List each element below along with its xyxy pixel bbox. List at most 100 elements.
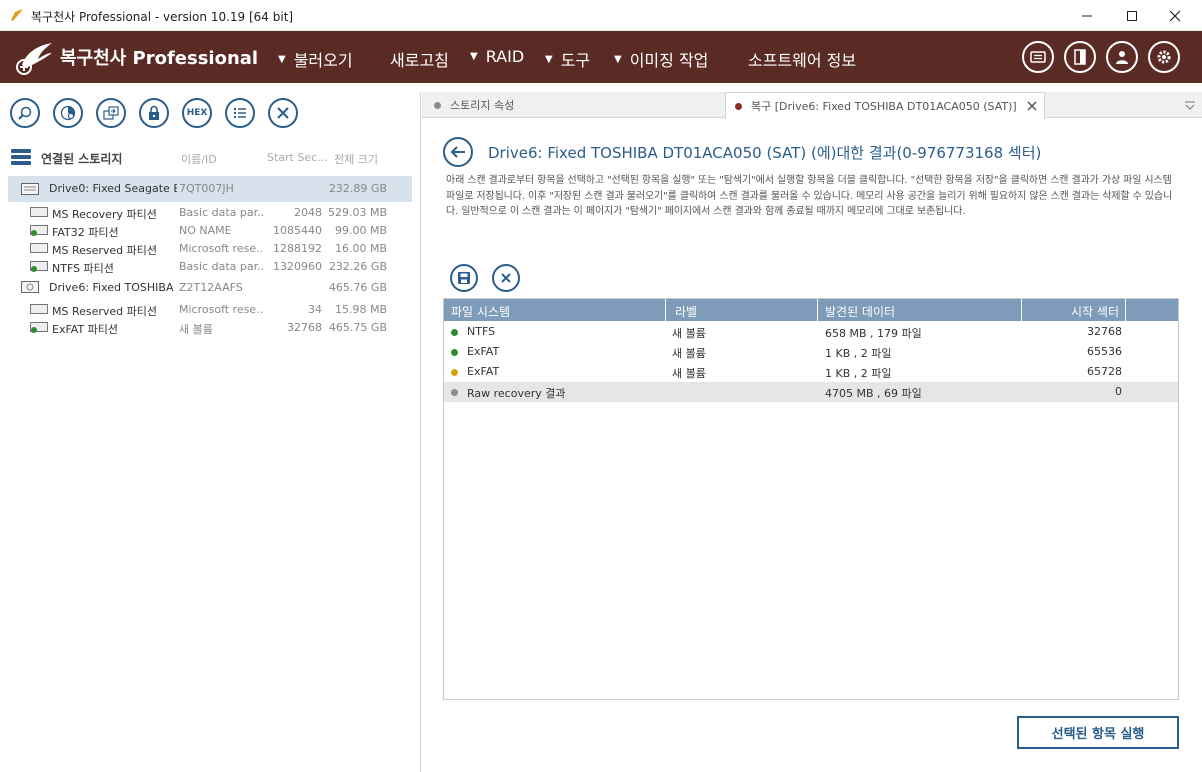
partition-id: Basic data par... xyxy=(179,260,264,273)
table-row[interactable]: ExFAT 새 볼륨 1 KB , 2 파일 65728 xyxy=(444,362,1178,382)
column-header-found[interactable]: 발견된 데이터 xyxy=(818,299,1022,321)
status-dot xyxy=(451,369,458,376)
partition-icon xyxy=(30,207,48,217)
close-tab-icon[interactable] xyxy=(1026,100,1038,112)
cell-filesystem: NTFS xyxy=(467,325,496,338)
panel-button[interactable] xyxy=(1064,41,1096,73)
cell-label: 새 볼륨 xyxy=(672,347,706,360)
nav-imaging-menu[interactable]: ▼ 이미징 작업 xyxy=(614,47,708,71)
search-icon xyxy=(18,106,32,120)
copy-button[interactable] xyxy=(96,98,126,128)
column-header-start[interactable]: Start Sec... xyxy=(267,151,328,164)
partition-size: 16.00 MB xyxy=(334,242,387,255)
partition-id: 새 볼륨 xyxy=(179,323,213,336)
drive-row[interactable]: Drive0: Fixed Seagate B... 7QT007JH 232.… xyxy=(8,176,412,202)
nav-tools-menu[interactable]: ▼ 도구 xyxy=(545,47,590,71)
column-header-size[interactable]: 전체 크기 xyxy=(334,151,378,167)
partition-row[interactable]: FAT32 파티션 NO NAME 1085440 99.00 MB xyxy=(8,222,412,240)
back-button[interactable] xyxy=(443,137,473,167)
partition-size: 15.98 MB xyxy=(334,303,387,316)
dropdown-triangle-icon: ▼ xyxy=(545,53,553,65)
nav-label: 이미징 작업 xyxy=(629,51,709,70)
storage-stack-icon xyxy=(11,149,31,165)
status-dot xyxy=(451,389,458,396)
dropdown-triangle-icon: ▼ xyxy=(470,51,478,62)
list-icon xyxy=(233,107,246,119)
column-header-start-sector[interactable]: 시작 섹터 xyxy=(1022,299,1126,321)
drive-size: 465.76 GB xyxy=(328,281,387,294)
partition-size: 232.26 GB xyxy=(328,260,387,273)
drive-name: Drive6: Fixed TOSHIBA ... xyxy=(49,281,177,294)
nav-about[interactable]: 소프트웨어 정보 xyxy=(748,47,856,71)
cell-filesystem: ExFAT xyxy=(467,345,500,358)
column-header-id[interactable]: 이름/ID xyxy=(181,151,217,167)
dropdown-triangle-icon: ▼ xyxy=(614,53,622,65)
result-title: Drive6: Fixed TOSHIBA DT01ACA050 (SAT) (… xyxy=(488,144,1042,162)
user-button[interactable] xyxy=(1106,41,1138,73)
partition-row[interactable]: NTFS 파티션 Basic data par... 1320960 232.2… xyxy=(8,258,412,276)
partition-name: FAT32 파티션 xyxy=(52,226,119,239)
tab-status-dot xyxy=(434,101,441,109)
partition-row[interactable]: MS Reserved 파티션 Microsoft rese... 128819… xyxy=(8,240,412,258)
search-button[interactable] xyxy=(10,98,40,128)
partition-row[interactable]: ExFAT 파티션 새 볼륨 32768 465.75 GB xyxy=(8,319,412,337)
hex-editor-button[interactable]: HEX xyxy=(182,98,212,128)
cell-start-sector: 65536 xyxy=(1087,345,1122,358)
tab-menu-icon[interactable] xyxy=(1184,100,1196,110)
partition-row[interactable]: MS Recovery 파티션 Basic data par... 2048 5… xyxy=(8,204,412,222)
nav-load-menu[interactable]: ▼ 불러오기 xyxy=(278,47,353,71)
maximize-button[interactable] xyxy=(1109,0,1155,31)
table-row[interactable]: ExFAT 새 볼륨 1 KB , 2 파일 65536 xyxy=(444,342,1178,362)
cell-start-sector: 65728 xyxy=(1087,365,1122,378)
tab-recovery[interactable]: 복구 [Drive6: Fixed TOSHIBA DT01ACA050 (SA… xyxy=(725,92,1045,119)
main-nav-bar: 복구천사 Professional ▼ 불러오기 새로고침 ▼ RAID ▼ 도… xyxy=(0,31,1202,83)
storage-header-title: 연결된 스토리지 xyxy=(41,152,123,166)
close-icon xyxy=(277,107,289,119)
partition-start: 1288192 xyxy=(273,242,322,255)
log-button[interactable] xyxy=(1022,41,1054,73)
nav-refresh[interactable]: 새로고침 xyxy=(390,47,449,71)
drive-row[interactable]: Drive6: Fixed TOSHIBA ... Z2T12AAFS 465.… xyxy=(8,279,412,297)
result-description: 아래 스캔 결과로부터 항목을 선택하고 "선택된 항목을 실행" 또는 "탐색… xyxy=(446,175,1173,217)
nav-raid-menu[interactable]: ▼ RAID xyxy=(470,47,524,66)
table-row[interactable]: Raw recovery 결과 4705 MB , 69 파일 0 xyxy=(444,382,1178,402)
settings-button[interactable] xyxy=(1148,41,1180,73)
table-header: 파일 시스템 라벨 발견된 데이터 시작 섹터 xyxy=(444,299,1178,321)
angel-wing-logo-icon xyxy=(16,43,52,75)
partition-start: 1085440 xyxy=(273,224,322,237)
partition-start: 1320960 xyxy=(273,260,322,273)
partition-size: 465.75 GB xyxy=(328,321,387,334)
delete-result-button[interactable] xyxy=(492,264,520,292)
column-header-filesystem[interactable]: 파일 시스템 xyxy=(444,299,666,321)
cell-filesystem: Raw recovery 결과 xyxy=(467,387,566,400)
hard-drive-icon xyxy=(21,281,39,293)
scan-button[interactable] xyxy=(53,98,83,128)
save-icon xyxy=(458,272,470,284)
cell-found: 1 KB , 2 파일 xyxy=(825,347,892,360)
storage-list-header: 연결된 스토리지 이름/ID Start Sec... 전체 크기 xyxy=(10,148,410,166)
dropdown-triangle-icon: ▼ xyxy=(278,53,286,65)
partition-row[interactable]: MS Reserved 파티션 Microsoft rese... 34 15.… xyxy=(8,301,412,319)
nav-label: 도구 xyxy=(560,51,591,70)
cell-found: 658 MB , 179 파일 xyxy=(825,327,922,340)
minimize-button[interactable] xyxy=(1064,0,1110,31)
table-row[interactable]: NTFS 새 볼륨 658 MB , 179 파일 32768 xyxy=(444,322,1178,342)
storage-panel: HEX 연결된 스토리지 이름/ID Start Sec... 전체 크기 Dr… xyxy=(0,92,421,772)
partition-name: MS Reserved 파티션 xyxy=(52,305,158,318)
tab-label: 복구 [Drive6: Fixed TOSHIBA DT01ACA050 (SA… xyxy=(751,100,1017,113)
panel-icon xyxy=(1074,49,1086,65)
save-button[interactable] xyxy=(450,264,478,292)
cell-found: 4705 MB , 69 파일 xyxy=(825,387,922,400)
run-selected-button[interactable]: 선택된 항목 실행 xyxy=(1017,716,1179,749)
close-icon xyxy=(501,273,511,283)
lock-button[interactable] xyxy=(139,98,169,128)
copy-icon xyxy=(103,106,119,120)
close-window-button[interactable] xyxy=(1152,0,1198,31)
title-bar: 복구천사 Professional - version 10.19 [64 bi… xyxy=(0,0,1202,31)
tab-storage-properties[interactable]: 스토리지 속성 xyxy=(434,92,514,118)
column-header-label[interactable]: 라벨 xyxy=(666,299,818,321)
list-button[interactable] xyxy=(225,98,255,128)
gear-icon xyxy=(1157,50,1171,64)
close-button[interactable] xyxy=(268,98,298,128)
partition-id: Microsoft rese... xyxy=(179,242,264,255)
